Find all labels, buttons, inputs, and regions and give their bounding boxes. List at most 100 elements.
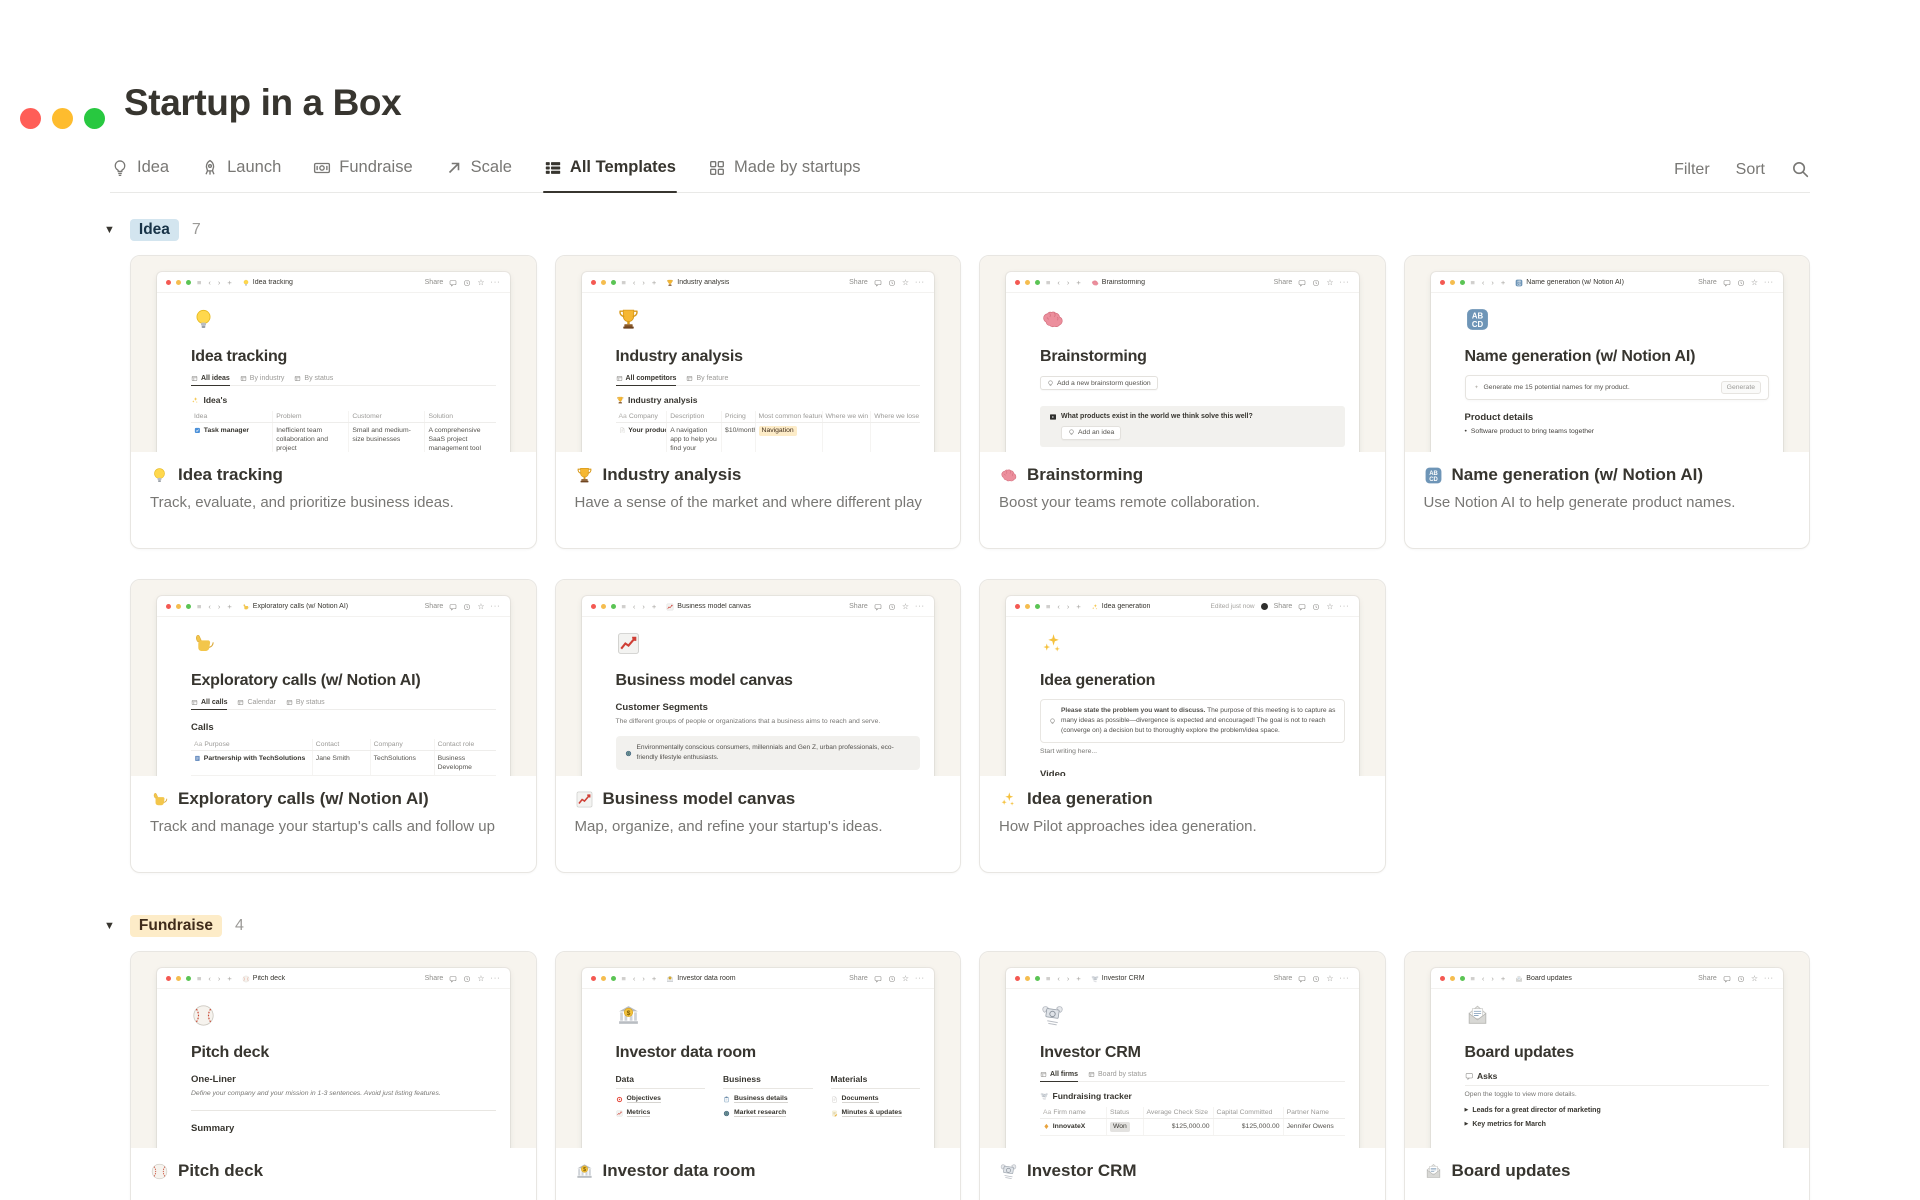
clipboard-icon [723,1096,730,1103]
page-content: Startup in a Box Idea Launch Fundraise Scal… [0,82,1920,1200]
mini-window: ≡ ‹ › + Pitch deck Share ☆ ··· Pitch deck One-Lin… [157,968,510,1148]
sort-button[interactable]: Sort [1736,161,1765,179]
comment-line-icon [1298,975,1306,983]
arrow-up-right-icon [445,159,463,177]
globe-icon [723,1110,730,1117]
template-preview: ≡ ‹ › + Idea tracking Share ☆ ··· Idea tracking A… [131,256,536,452]
bulb-line-icon [1047,379,1054,387]
comment-line-icon [874,603,882,611]
preview-ai-prompt: Generate me 15 potential names for my pr… [1464,375,1769,400]
comment-gray-icon [1465,1072,1474,1081]
tab-all-templates[interactable]: All Templates [542,150,678,193]
tab-launch[interactable]: Launch [200,150,282,192]
avatar [1260,603,1268,610]
template-card-investor-data-room[interactable]: ≡ ‹ › + $ Investor data room Share ☆ ··· $ Investo… [554,951,961,1200]
tab-idea[interactable]: Idea [110,150,170,192]
tab-label: Fundraise [339,158,413,176]
preview-text: Define your company and your mission in … [191,1090,441,1097]
preview-table-header: Aa Firm name Status Average Check Size Capit… [1040,1107,1345,1119]
sections: ▼ Idea 7 ≡ ‹ › + Idea tracking Share ☆ ··· Idea tra… [104,219,1810,1200]
card-footer: Investor CRM [980,1148,1385,1200]
clock-icon [888,603,896,611]
mini-toolbar: ≡ ‹ › + Investor CRM Share ☆ ··· [1006,968,1359,989]
template-preview: ≡ ‹ › + Brainstorming Share ☆ ··· Brainstorming A… [980,256,1385,452]
mini-page-title: Investor CRM [1091,975,1145,983]
diamond-icon [1043,1123,1050,1130]
preview-table-row: Your product A navigation app to help you… [616,423,921,452]
clock-icon [1312,603,1320,611]
preview-text: Start writing here... [1040,747,1098,755]
mini-page-body: Pitch deck One-Liner Define your company a… [157,989,510,1144]
template-card-board-updates[interactable]: ≡ ‹ › + Board updates Share ☆ ··· Board updates A… [1403,951,1810,1200]
template-card-investor-crm[interactable]: ≡ ‹ › + Investor CRM Share ☆ ··· Investor CRM All… [979,951,1386,1200]
template-card-name-generation-w-notion-ai[interactable]: ≡ ‹ › + AB CD Name generation (w/ Notion AI) Sh… [1403,255,1810,549]
tab-label: Scale [470,158,512,176]
template-preview: ≡ ‹ › + Investor CRM Share ☆ ··· Investor CRM All… [980,952,1385,1148]
brain-icon [999,466,1018,485]
chartup-icon [616,631,641,656]
template-card-brainstorming[interactable]: ≡ ‹ › + Brainstorming Share ☆ ··· Brainstorming A… [979,255,1386,549]
preview-heading: Customer Segments [615,702,708,713]
envelope-icon [1465,1003,1490,1028]
memo-icon [831,1110,838,1117]
section-collapse-toggle[interactable]: ▼ [104,920,115,932]
favorite-star-icon: ☆ [1750,974,1758,983]
edited-timestamp: Edited just now [1210,603,1255,610]
mini-page-body: Exploratory calls (w/ Notion AI) All call… [157,617,510,776]
menu-icon: ≡ [197,278,202,287]
filter-button[interactable]: Filter [1674,161,1710,179]
section-badge[interactable]: Idea [129,219,179,241]
template-card-exploratory-calls-w-notion-ai[interactable]: ≡ ‹ › + Exploratory calls (w/ Notion AI) Shar… [130,579,537,873]
template-card-idea-generation[interactable]: ≡ ‹ › + Idea generation Edited just now Share ☆… [979,579,1386,873]
template-card-idea-tracking[interactable]: ≡ ‹ › + Idea tracking Share ☆ ··· Idea tracking A… [130,255,537,549]
close-button[interactable] [20,108,41,129]
mini-page-title: Industry analysis [666,279,729,287]
tab-scale[interactable]: Scale [444,150,513,192]
baseball-icon [150,1162,169,1181]
video-sq-icon [1049,413,1057,421]
template-card-business-model-canvas[interactable]: ≡ ‹ › + Business model canvas Share ☆ ··· Busine… [554,579,961,873]
page-title: Startup in a Box [124,82,402,123]
callme-icon [150,790,169,809]
back-icon: ‹ [1057,602,1060,611]
card-title: Exploratory calls (w/ Notion AI) [150,789,517,809]
baseball-icon [191,1003,496,1035]
section-collapse-toggle[interactable]: ▼ [104,224,115,236]
preview-button: Add a new brainstorm question [1040,376,1158,390]
mini-page-title: Exploratory calls (w/ Notion AI) [242,603,348,611]
template-card-pitch-deck[interactable]: ≡ ‹ › + Pitch deck Share ☆ ··· Pitch deck One-Lin… [130,951,537,1200]
preview-view-tab: By status [294,375,333,385]
bulb-line-icon [1068,429,1075,436]
template-preview: ≡ ‹ › + Industry analysis Share ☆ ··· Industry a… [555,256,960,452]
section-badge[interactable]: Fundraise [129,915,222,937]
card-footer: Board updates [1404,1148,1809,1200]
zoom-button[interactable] [84,108,105,129]
preview-columns: Data Objectives Metrics Business Business de… [615,1074,920,1117]
sparkles-icon [191,396,200,405]
tab-fundraise[interactable]: Fundraise [312,150,413,192]
svg-text:$: $ [626,1010,630,1017]
bank-icon: $ [666,975,674,983]
more-options-icon: ··· [1764,975,1774,982]
tab-made-by-startups[interactable]: Made by startups [707,150,862,192]
back-icon: ‹ [632,278,636,287]
bulb-icon [150,466,169,485]
more-options-icon: ··· [490,603,501,610]
card-grid: ≡ ‹ › + Idea tracking Share ☆ ··· Idea tracking A… [130,255,1810,873]
view-actions: Filter Sort [1674,150,1810,179]
forward-icon: › [1491,278,1494,287]
minimize-button[interactable] [52,108,73,129]
clock-icon [463,603,471,611]
trophy-icon [575,466,594,485]
template-card-industry-analysis[interactable]: ≡ ‹ › + Industry analysis Share ☆ ··· Industry a… [554,255,961,549]
moneywings-icon [999,1162,1018,1181]
back-icon: ‹ [208,602,211,611]
new-tab-icon: + [227,602,232,611]
card-title: AB CD Name generation (w/ Notion AI) [1424,465,1791,485]
preview-section-title: Industry analysis [616,395,921,405]
preview-text: The different groups of people or organi… [615,718,881,725]
preview-table: Aa Company Description Pricing Most common f… [615,411,921,452]
back-icon: ‹ [1057,278,1060,287]
search-icon[interactable] [1791,160,1810,179]
mini-page-body: Business model canvas Customer Segments Th… [582,617,935,776]
